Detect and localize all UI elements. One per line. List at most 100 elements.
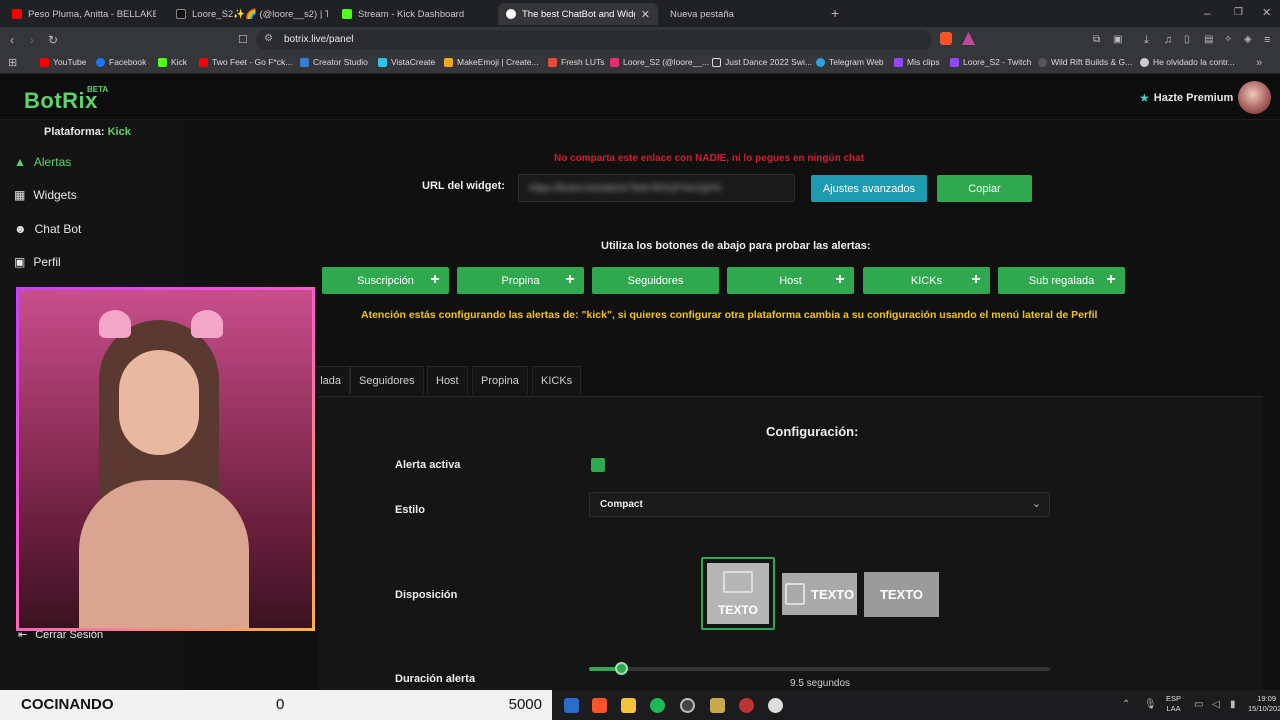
- avatar[interactable]: [1238, 81, 1271, 114]
- volume-icon[interactable]: ◁: [1212, 698, 1220, 712]
- test-subscription-button[interactable]: Suscripción +: [322, 267, 449, 294]
- widget-url-field[interactable]: https://botrix.live/alerts?bid=f6%2FHmZp…: [518, 174, 795, 202]
- test-gift-sub-button[interactable]: Sub regalada +: [998, 267, 1125, 294]
- youtube-icon: [40, 57, 49, 67]
- creator-studio-icon: [300, 57, 309, 67]
- sidebar-toggle-icon[interactable]: ▯: [1184, 33, 1190, 47]
- tab-seguidores[interactable]: Seguidores: [350, 366, 424, 394]
- close-tab-icon[interactable]: ✕: [641, 8, 650, 21]
- alert-active-checkbox[interactable]: [591, 458, 605, 472]
- forward-icon[interactable]: ›: [30, 33, 34, 47]
- plus-icon: +: [971, 271, 981, 288]
- bookmark-telegram[interactable]: Telegram Web: [816, 57, 884, 67]
- sidebar-item-alertas[interactable]: ▲ Alertas: [14, 155, 71, 169]
- tab-youtube[interactable]: Peso Pluma, Anitta - BELLAKEO (: [4, 3, 156, 25]
- new-tab-icon[interactable]: +: [831, 6, 839, 20]
- bookmark-icon[interactable]: ☐: [238, 33, 248, 47]
- browser-tab-strip: Peso Pluma, Anitta - BELLAKEO ( Loore_S2…: [0, 0, 1280, 27]
- microphone-icon[interactable]: 🎙: [1144, 698, 1157, 712]
- bookmark-two-feet[interactable]: Two Feet - Go F*ck...: [199, 57, 292, 67]
- fresh-luts-icon: [548, 57, 557, 67]
- site-info-icon[interactable]: ⚙: [264, 33, 273, 44]
- tab-kick-dashboard[interactable]: Stream - Kick Dashboard: [334, 3, 494, 25]
- layout-option-overlay[interactable]: TEXTO: [864, 572, 939, 617]
- maximize-icon[interactable]: ❐: [1234, 6, 1243, 20]
- editor-icon[interactable]: [710, 698, 725, 713]
- bookmark-forgot-password[interactable]: He olvidado la contr...: [1140, 57, 1235, 67]
- kick-icon: [158, 57, 167, 67]
- brave-shield-icon[interactable]: [940, 32, 952, 45]
- spotify-icon[interactable]: [650, 698, 665, 713]
- profile-icon: ▣: [14, 255, 26, 269]
- apps-grid-icon[interactable]: ⊞: [8, 56, 17, 70]
- sidebar-item-widgets[interactable]: ▦ Widgets: [14, 188, 77, 202]
- leo-ai-icon[interactable]: ✧: [1224, 33, 1232, 47]
- more-bookmarks-icon[interactable]: »: [1256, 56, 1262, 70]
- tab-new[interactable]: Nueva pestaña: [662, 3, 822, 25]
- test-followers-button[interactable]: Seguidores: [592, 267, 719, 294]
- vpn-icon[interactable]: ◈: [1244, 33, 1252, 47]
- game-icon[interactable]: [739, 698, 754, 713]
- bookmark-vistacreate[interactable]: VistaCreate: [378, 57, 435, 67]
- tab-botrix[interactable]: The best ChatBot and Widgets fo✕: [498, 3, 658, 25]
- bookmark-creator-studio[interactable]: Creator Studio: [300, 57, 368, 67]
- folder-icon[interactable]: [621, 698, 636, 713]
- tab-tiktok[interactable]: Loore_S2✨🌈 (@loore__s2) | TikTok: [168, 3, 328, 25]
- youtube-icon: [199, 57, 208, 67]
- layout-label: Disposición: [395, 589, 458, 601]
- minimize-icon[interactable]: –: [1204, 6, 1211, 20]
- bookmark-fresh-luts[interactable]: Fresh LUTs: [548, 57, 604, 67]
- sidebar-item-perfil[interactable]: ▣ Perfil: [14, 255, 61, 269]
- menu-icon[interactable]: ≡: [1264, 33, 1270, 47]
- obs-icon[interactable]: [680, 698, 695, 713]
- taskbar: ⌃ 🎙 ESPLAA ▭ ◁ ▮ 19:0915/10/2025: [552, 690, 1280, 720]
- advanced-settings-button[interactable]: Ajustes avanzados: [811, 175, 927, 202]
- duration-slider[interactable]: [589, 662, 1050, 675]
- tray-chevron-icon[interactable]: ⌃: [1122, 698, 1130, 712]
- media-icon[interactable]: ♫: [1164, 33, 1172, 47]
- language-indicator[interactable]: ESP LAA: [1166, 694, 1181, 714]
- bookmark-mis-clips[interactable]: Mis clips: [894, 57, 940, 67]
- facebook-icon: [96, 57, 105, 67]
- brave-rewards-icon[interactable]: [962, 32, 975, 45]
- duration-slider-thumb[interactable]: [615, 662, 628, 675]
- test-host-button[interactable]: Host +: [727, 267, 854, 294]
- layout-option-stacked[interactable]: TEXTO: [701, 557, 775, 630]
- tab-propina[interactable]: Propina: [472, 366, 528, 394]
- test-tip-button[interactable]: Propina +: [457, 267, 584, 294]
- tab-host[interactable]: Host: [427, 366, 468, 394]
- plus-icon: +: [1106, 271, 1116, 288]
- file-icon[interactable]: [564, 698, 579, 713]
- youtube-icon: [12, 9, 22, 19]
- network-icon[interactable]: ▭: [1194, 698, 1203, 712]
- duration-value: 9.5 segundos: [790, 678, 851, 689]
- download-icon[interactable]: ⤓: [1144, 33, 1149, 47]
- address-bar-row: ‹ › ↻ ☐ ⚙ botrix.live/panel ⧉ ▣ ⤓ ♫ ▯ ▤ …: [0, 27, 1280, 53]
- bookmark-kick[interactable]: Kick: [158, 57, 187, 67]
- bookmark-twitch[interactable]: Loore_S2 - Twitch: [950, 57, 1031, 67]
- bookmark-instagram[interactable]: Loore_S2 (@loore__...: [610, 57, 709, 67]
- reload-icon[interactable]: ↻: [48, 33, 58, 47]
- extensions-icon[interactable]: ⧉: [1093, 33, 1100, 47]
- bookmark-wild-rift[interactable]: Wild Rift Builds & G...: [1038, 57, 1132, 67]
- battery-icon[interactable]: ▮: [1230, 698, 1236, 712]
- discord-icon[interactable]: [768, 698, 783, 713]
- url-field[interactable]: ⚙ botrix.live/panel: [256, 30, 932, 50]
- bookmark-facebook[interactable]: Facebook: [96, 57, 146, 67]
- layout-option-side[interactable]: TEXTO: [782, 573, 857, 615]
- bookmark-makeemoji[interactable]: MakeEmoji | Create...: [444, 57, 539, 67]
- close-window-icon[interactable]: ✕: [1262, 6, 1271, 20]
- copy-button[interactable]: Copiar: [937, 175, 1032, 202]
- test-kicks-button[interactable]: KICKs +: [863, 267, 990, 294]
- bookmark-youtube[interactable]: YouTube: [40, 57, 86, 67]
- screenshot-icon[interactable]: ▣: [1113, 33, 1122, 47]
- style-select[interactable]: Compact ⌄: [589, 492, 1050, 517]
- brave-icon[interactable]: [592, 698, 607, 713]
- wallet-icon[interactable]: ▤: [1204, 33, 1213, 47]
- back-icon[interactable]: ‹: [10, 33, 14, 47]
- clock[interactable]: 19:0915/10/2025: [1248, 694, 1280, 714]
- premium-link[interactable]: ★ Hazte Premium: [1139, 91, 1233, 105]
- sidebar-item-chat-bot[interactable]: ☻ Chat Bot: [14, 222, 81, 236]
- tab-kicks[interactable]: KICKs: [532, 366, 582, 394]
- bookmark-just-dance[interactable]: Just Dance 2022 Swi...: [712, 57, 812, 67]
